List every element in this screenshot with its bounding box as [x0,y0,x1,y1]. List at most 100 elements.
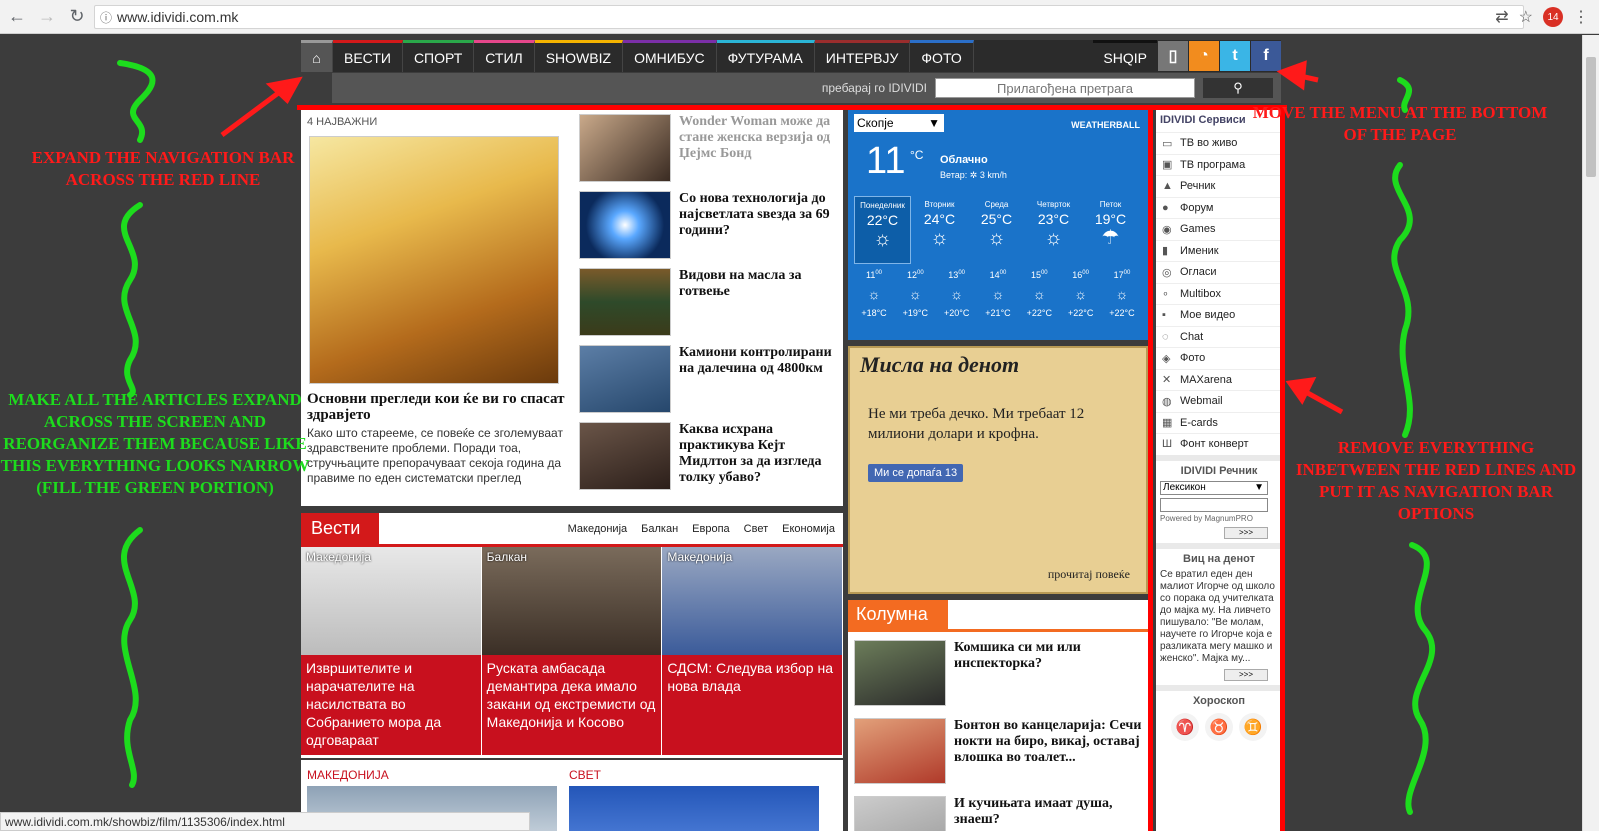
side-article[interactable]: Со нова технологија до најсветлата ѕвезд… [579,189,843,261]
column-article-title[interactable]: Комшика си ми или инспекторка? [954,640,1144,672]
side-article-thumbnail[interactable] [579,345,671,413]
news-card-title[interactable]: Руската амбасада демантира дека имало за… [482,655,662,735]
like-button[interactable]: Ми се допаѓа 13 [868,464,964,482]
forecast-day[interactable]: Среда 25°C ☼ [968,196,1025,264]
side-article-title[interactable]: Wonder Woman може да стане женска верзиј… [679,114,843,162]
main-article-title[interactable]: Основни прегледи кои ќе ви го спасат здр… [307,391,569,423]
side-article-thumbnail[interactable] [579,114,671,182]
facebook-icon[interactable]: f [1251,41,1281,71]
side-article-thumbnail[interactable] [579,268,671,336]
menu-item[interactable]: SHOWBIZ [534,40,624,72]
column-article-thumbnail[interactable] [854,640,946,706]
side-article[interactable]: Wonder Woman може да стане женска верзиј… [579,112,843,184]
vesti-title[interactable]: Вести [301,513,379,544]
news-card[interactable]: Македонија Извршителите и нарачателите на… [301,547,481,755]
info-icon[interactable]: ⓘ [95,9,117,26]
side-article-title[interactable]: Видови на масла за готвење [679,268,843,300]
column-article-thumbnail[interactable] [854,718,946,784]
section-label-world[interactable]: СВЕТ [569,768,601,782]
column-article[interactable]: Бонтон во канцеларија: Сечи нокти на бир… [854,718,1144,790]
back-icon[interactable]: ← [4,4,30,30]
service-link[interactable]: ▣ ТВ програма [1156,153,1282,176]
forward-icon[interactable]: → [34,4,60,30]
news-card-category[interactable]: Македонија [306,550,371,564]
forecast-day[interactable]: Вторник 24°C ☼ [911,196,968,264]
side-article-title[interactable]: Со нова технологија до најсветлата ѕвезд… [679,191,843,239]
menu-item[interactable]: ОМНИБУС [623,40,717,72]
service-link[interactable]: ▦ E-cards [1156,411,1282,434]
menu-item[interactable]: ФОТО [910,40,974,72]
service-link[interactable]: ▲ Речник [1156,175,1282,197]
search-icon[interactable]: ⚲ [1203,78,1273,98]
aries-icon[interactable]: ♈ [1171,712,1199,741]
bookmark-star-icon[interactable]: ☆ [1519,7,1533,27]
shqip-link[interactable]: SHQIP [1093,40,1157,72]
article-thumbnail[interactable] [569,786,819,831]
taurus-icon[interactable]: ♉ [1205,712,1233,741]
news-card-title[interactable]: СДСМ: Следува избор на нова влада [662,655,842,699]
rss-icon[interactable]: ◔ [1189,41,1219,71]
side-article-title[interactable]: Камиони контролирани на далечина од 4800… [679,345,843,377]
column-article[interactable]: Комшика си ми или инспекторка? [854,640,1144,712]
service-link[interactable]: ◉ Games [1156,218,1282,240]
section-label-macedonia[interactable]: МАКЕДОНИЈА [307,768,389,782]
service-link[interactable]: ▪ Мое видео [1156,304,1282,326]
service-link[interactable]: ◎ Огласи [1156,261,1282,283]
vesti-subnav-link[interactable]: Свет [744,523,768,535]
reload-icon[interactable]: ↻ [64,4,90,30]
service-link[interactable]: ▮ Именик [1156,239,1282,262]
forecast-day[interactable]: Четврток 23°C ☼ [1025,196,1082,264]
city-select[interactable]: Скопје ▼ [854,114,944,132]
news-card-image[interactable]: Македонија [301,547,481,655]
news-card-category[interactable]: Балкан [487,550,527,564]
column-article[interactable]: И кучињата имаат душа, знаеш? [854,796,1144,831]
news-card-category[interactable]: Македонија [667,550,732,564]
joke-more-button[interactable]: >>> [1224,668,1268,681]
side-article[interactable]: Видови на масла за готвење [579,266,843,338]
service-link[interactable]: Ш Фонт конверт [1156,433,1282,455]
side-article-title[interactable]: Каква исхрана практикува Кејт Мидлтон за… [679,422,843,486]
menu-item[interactable]: СПОРТ [402,40,475,72]
vesti-subnav-link[interactable]: Економија [782,523,835,535]
service-link[interactable]: ● Форум [1156,196,1282,219]
vesti-subnav-link[interactable]: Европа [692,523,730,535]
dictionary-select[interactable]: Лексикон ▼ [1160,480,1268,495]
service-link[interactable]: ◈ Фото [1156,347,1282,369]
service-link[interactable]: ✕ MAXarena [1156,368,1282,391]
menu-item[interactable]: ВЕСТИ [333,40,403,72]
side-article[interactable]: Каква исхрана практикува Кејт Мидлтон за… [579,420,843,492]
main-article-image[interactable] [309,136,559,384]
extension-icon[interactable]: 14 [1543,7,1563,27]
service-link[interactable]: ◍ Webmail [1156,390,1282,412]
column-article-title[interactable]: И кучињата имаат душа, знаеш? [954,796,1144,828]
side-article-thumbnail[interactable] [579,191,671,259]
menu-dots-icon[interactable]: ⋮ [1573,7,1589,27]
column-article-title[interactable]: Бонтон во канцеларија: Сечи нокти на бир… [954,718,1144,766]
news-card-title[interactable]: Извршителите и нарачателите на насилства… [301,655,481,753]
dictionary-input[interactable] [1160,497,1268,512]
news-card[interactable]: Македонија СДСМ: Следува избор на нова вл… [662,547,843,755]
side-article-thumbnail[interactable] [579,422,671,490]
side-article[interactable]: Камиони контролирани на далечина од 4800… [579,343,843,415]
menu-item[interactable]: ФУТУРАМА [716,40,815,72]
dictionary-more-button[interactable]: >>> [1224,526,1268,539]
gemini-icon[interactable]: ♊ [1239,712,1267,741]
forecast-day[interactable]: Понеделник 22°C ☼ [854,196,911,264]
search-input[interactable] [935,78,1195,98]
scrollbar[interactable] [1582,35,1599,831]
vesti-subnav-link[interactable]: Балкан [641,523,678,535]
service-link[interactable]: ∘ Multibox [1156,282,1282,305]
mobile-icon[interactable]: ▯ [1158,41,1188,71]
news-card[interactable]: Балкан Руската амбасада демантира дека им… [481,547,662,755]
menu-item[interactable]: ИНТЕРВЈУ [814,40,911,72]
read-more-link[interactable]: прочитај повеќе [1048,567,1130,582]
twitter-icon[interactable]: t [1220,41,1250,71]
menu-item[interactable]: СТИЛ [474,40,535,72]
column-article-thumbnail[interactable] [854,796,946,831]
translate-icon[interactable]: ⇄ [1495,7,1508,27]
forecast-day[interactable]: Петок 19°C ☂ [1082,196,1139,264]
column-title[interactable]: Колумна [848,600,948,629]
vesti-subnav-link[interactable]: Македонија [568,523,628,535]
home-icon[interactable]: ⌂ [301,40,333,72]
news-card-image[interactable]: Балкан [481,547,662,655]
